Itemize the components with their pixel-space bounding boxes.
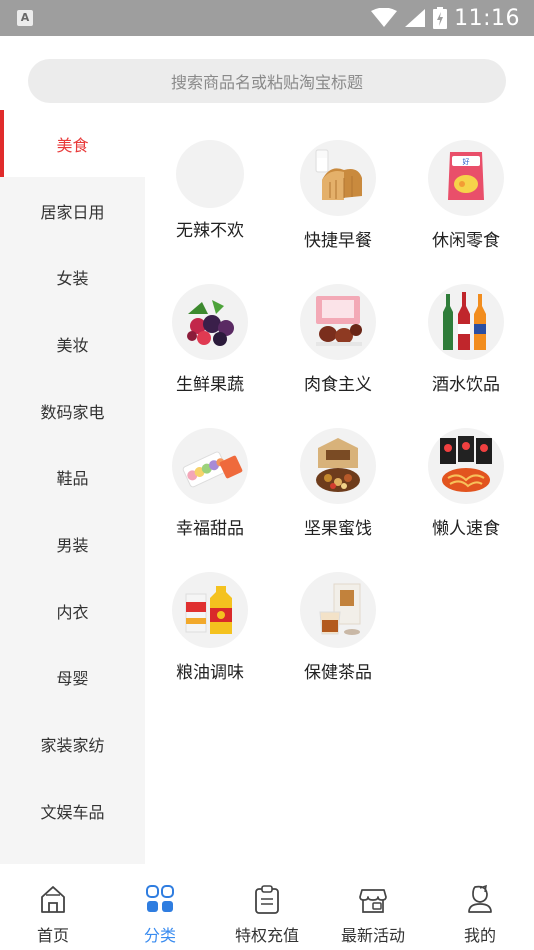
category-image-placeholder (176, 140, 244, 208)
nav-label: 首页 (36, 926, 69, 945)
category-item[interactable]: 快捷早餐 (288, 140, 388, 251)
sidebar-item-food[interactable]: 美食 (0, 110, 145, 177)
wifi-icon (371, 8, 398, 27)
signal-icon (405, 9, 426, 27)
category-label: 粮油调味 (176, 663, 244, 683)
category-item[interactable]: 生鲜果蔬 (160, 284, 260, 395)
category-item[interactable]: 无辣不欢 (160, 140, 260, 241)
category-label: 快捷早餐 (304, 231, 372, 251)
category-item[interactable]: 坚果蜜饯 (288, 428, 388, 539)
category-label: 肉食主义 (304, 375, 372, 395)
category-item[interactable]: 粮油调味 (160, 572, 260, 683)
category-item[interactable]: 懒人速食 (416, 428, 516, 539)
clipboard-icon (255, 885, 279, 914)
sidebar-item-home-textiles[interactable]: 家装家纺 (0, 710, 145, 777)
sidebar-item-household[interactable]: 居家日用 (0, 177, 145, 244)
instant-noodles-icon (428, 428, 504, 504)
category-item[interactable]: 幸福甜品 (160, 428, 260, 539)
category-label: 幸福甜品 (176, 519, 244, 539)
nav-label: 我的 (463, 926, 496, 945)
nav-mine[interactable]: 我的 (427, 864, 533, 950)
sidebar-item-womens-clothing[interactable]: 女装 (0, 243, 145, 310)
nav-label: 最新活动 (340, 926, 405, 945)
nav-latest-activities[interactable]: 最新活动 (320, 864, 426, 950)
nuts-box-icon (300, 428, 376, 504)
nav-home[interactable]: 首页 (0, 864, 106, 950)
category-item[interactable]: 肉食主义 (288, 284, 388, 395)
status-icons: 11:16 (371, 4, 520, 32)
chips-bag-icon: 好 (428, 140, 504, 216)
sidebar-item-shoes[interactable]: 鞋品 (0, 443, 145, 510)
bottom-navigation: 首页 分类 特权充值 最新活动 我的 (0, 864, 534, 950)
sidebar-item-electronics[interactable]: 数码家电 (0, 377, 145, 444)
sidebar-item-beauty[interactable]: 美妆 (0, 310, 145, 377)
category-label: 坚果蜜饯 (304, 519, 372, 539)
oil-rice-icon (172, 572, 248, 648)
svg-text:好: 好 (463, 157, 470, 166)
category-item[interactable]: 保健茶品 (288, 572, 388, 683)
category-label: 生鲜果蔬 (176, 375, 244, 395)
search-input[interactable]: 搜索商品名或粘贴淘宝标题 (171, 69, 363, 93)
search-bar[interactable]: 搜索商品名或粘贴淘宝标题 (28, 59, 506, 103)
sidebar-item-entertainment-car[interactable]: 文娱车品 (0, 777, 145, 844)
category-item[interactable]: 好 休闲零食 (416, 140, 516, 251)
category-grid-icon (146, 885, 174, 912)
tea-box-icon (300, 572, 376, 648)
bread-milk-icon (300, 140, 376, 216)
profile-icon (468, 884, 492, 913)
battery-icon (433, 7, 448, 29)
category-item[interactable]: 酒水饮品 (416, 284, 516, 395)
macaron-icon (172, 428, 248, 504)
nav-privilege-recharge[interactable]: 特权充值 (214, 864, 320, 950)
nav-label: 特权充值 (234, 926, 299, 945)
meat-box-icon (300, 284, 376, 360)
app-notification-icon: A (17, 10, 33, 26)
category-label: 无辣不欢 (176, 221, 244, 241)
category-label: 懒人速食 (432, 519, 500, 539)
category-label: 保健茶品 (304, 663, 372, 683)
shop-icon (359, 889, 387, 913)
nav-category[interactable]: 分类 (107, 864, 213, 950)
category-sidebar: 美食 居家日用 女装 美妆 数码家电 鞋品 男装 内衣 母婴 家装家纺 文娱车品 (0, 110, 145, 864)
category-label: 酒水饮品 (432, 375, 500, 395)
berries-icon (172, 284, 248, 360)
sidebar-item-baby[interactable]: 母婴 (0, 643, 145, 710)
sidebar-item-underwear[interactable]: 内衣 (0, 577, 145, 644)
home-icon (41, 886, 65, 913)
sidebar-item-mens-clothing[interactable]: 男装 (0, 510, 145, 577)
category-label: 休闲零食 (432, 231, 500, 251)
nav-label: 分类 (143, 926, 176, 945)
clock: 11:16 (454, 5, 520, 31)
status-bar: A 11:16 (0, 0, 534, 36)
bottles-icon (428, 284, 504, 360)
